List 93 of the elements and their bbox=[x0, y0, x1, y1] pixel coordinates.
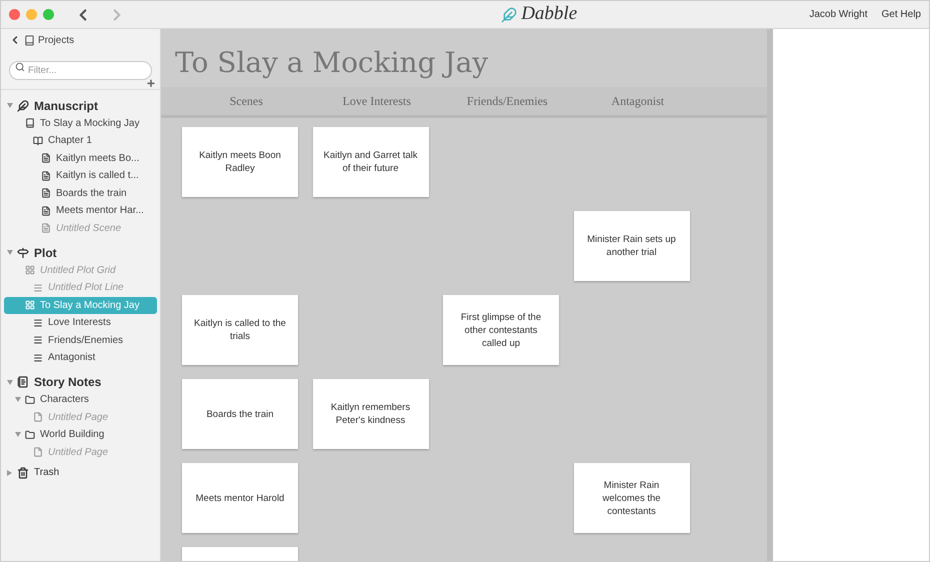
scene-card[interactable]: Kaitlyn remembers Peter's kindness bbox=[312, 379, 428, 449]
item-label: Untitled Plot Grid bbox=[40, 264, 116, 278]
item-label: Chapter 1 bbox=[48, 134, 92, 148]
scene-card[interactable]: Minister Rain sets up another trial bbox=[574, 211, 690, 281]
feather-icon bbox=[17, 100, 29, 112]
item-label: Kaitlyn meets Bo... bbox=[56, 152, 140, 166]
item-label: Untitled Page bbox=[48, 446, 108, 460]
signpost-icon bbox=[17, 246, 29, 259]
sidebar-item[interactable]: To Slay a Mocking Jay bbox=[4, 114, 157, 132]
app-logo: Dabble bbox=[521, 2, 578, 26]
sidebar-item[interactable]: Plot bbox=[4, 244, 157, 262]
sidebar-item[interactable]: Friends/Enemies bbox=[4, 332, 157, 349]
card-text: Meets mentor Harold bbox=[196, 492, 284, 504]
search-icon bbox=[15, 62, 25, 72]
open-book-icon bbox=[33, 136, 43, 146]
item-label: Love Interests bbox=[48, 316, 111, 330]
item-label: Friends/Enemies bbox=[48, 334, 124, 348]
scene-card[interactable]: Minister Rain welcomes the contestants bbox=[574, 463, 690, 533]
item-label: Trash bbox=[34, 466, 60, 480]
sidebar-item[interactable]: Characters bbox=[4, 391, 157, 408]
user-name-link[interactable]: Jacob Wright bbox=[809, 7, 868, 22]
grid-icon bbox=[25, 265, 35, 276]
plot-title: To Slay a Mocking Jay bbox=[175, 49, 488, 77]
trash-icon bbox=[17, 466, 29, 479]
item-label: To Slay a Mocking Jay bbox=[40, 298, 140, 313]
card-text: Kaitlyn is called to the trials bbox=[193, 317, 287, 343]
item-label: Untitled Page bbox=[48, 410, 108, 425]
sidebar-item[interactable]: Meets mentor Har... bbox=[4, 202, 157, 220]
lines-icon bbox=[33, 335, 43, 346]
card-text: Minister Rain sets up another trial bbox=[586, 233, 677, 259]
sidebar-item[interactable]: Love Interests bbox=[4, 314, 157, 332]
item-label: Untitled Plot Line bbox=[48, 281, 124, 296]
document-icon bbox=[41, 206, 51, 216]
scene-card[interactable]: Kaitlyn is called to the trials bbox=[182, 295, 298, 365]
document-icon bbox=[41, 153, 51, 164]
sidebar-item[interactable]: Kaitlyn meets Bo... bbox=[4, 150, 157, 167]
projects-link[interactable]: Projects bbox=[38, 32, 74, 48]
scene-card[interactable]: Kaitlyn and Garret talk of their future bbox=[312, 127, 428, 197]
notebook-icon bbox=[17, 376, 29, 388]
card-text: First glimpse of the other contestants called up bbox=[460, 310, 542, 350]
sidebar-item[interactable]: Kaitlyn is called t... bbox=[4, 167, 157, 184]
card-text: Boards the train bbox=[206, 408, 274, 420]
feather-logo-icon bbox=[501, 6, 518, 22]
sidebar-item[interactable]: Boards the train bbox=[4, 184, 157, 202]
sidebar-item[interactable]: Story Notes bbox=[4, 374, 157, 391]
close-window-icon[interactable] bbox=[9, 9, 20, 20]
item-label: Meets mentor Har... bbox=[56, 204, 144, 218]
minimize-window-icon[interactable] bbox=[26, 9, 37, 20]
item-label: Untitled Scene bbox=[56, 222, 122, 236]
lines-icon bbox=[33, 318, 43, 328]
scene-card[interactable]: Kaitlyn meets Boon Radley bbox=[182, 127, 298, 197]
sidebar-item[interactable]: Manuscript bbox=[4, 97, 157, 114]
lines-icon bbox=[33, 282, 43, 293]
expanded-arrow-icon[interactable] bbox=[15, 397, 21, 402]
page-icon bbox=[33, 412, 43, 422]
scene-card[interactable]: Meets mentor Harold bbox=[182, 463, 298, 533]
item-label: Kaitlyn is called t... bbox=[56, 169, 139, 184]
card-text: Kaitlyn and Garret talk of their future bbox=[322, 149, 418, 175]
scene-card[interactable]: First glimpse of the other contestants called up bbox=[443, 295, 559, 365]
lines-icon bbox=[33, 352, 43, 363]
page-icon bbox=[33, 447, 43, 458]
document-icon bbox=[41, 188, 51, 198]
item-label: Manuscript bbox=[34, 98, 98, 115]
item-label: To Slay a Mocking Jay bbox=[40, 116, 140, 131]
collapsed-arrow-icon[interactable] bbox=[7, 470, 12, 476]
card-text: Kaitlyn meets Boon Radley bbox=[198, 149, 282, 175]
sidebar-item[interactable]: Antagonist bbox=[4, 349, 157, 366]
item-label: Characters bbox=[40, 393, 89, 408]
card-text: Minister Rain welcomes the contestants bbox=[601, 478, 662, 518]
sidebar-item[interactable]: Trash bbox=[4, 464, 157, 482]
folder-icon bbox=[25, 430, 35, 440]
maximize-window-icon[interactable] bbox=[43, 9, 54, 20]
book-icon bbox=[24, 34, 35, 46]
item-label: Plot bbox=[34, 244, 57, 262]
sidebar-item[interactable]: Chapter 1 bbox=[4, 132, 157, 150]
book-icon bbox=[25, 118, 35, 128]
expanded-arrow-icon[interactable] bbox=[7, 250, 13, 256]
item-label: World Building bbox=[40, 428, 104, 442]
card-text: Kaitlyn remembers Peter's kindness bbox=[330, 401, 412, 427]
grid-icon bbox=[25, 300, 35, 310]
item-label: Boards the train bbox=[56, 186, 127, 201]
filter-field[interactable]: Filter... bbox=[9, 61, 152, 80]
document-icon bbox=[41, 223, 51, 234]
folder-icon bbox=[25, 394, 35, 405]
document-icon bbox=[41, 170, 51, 181]
expanded-arrow-icon[interactable] bbox=[7, 380, 13, 385]
item-label: Story Notes bbox=[34, 374, 102, 392]
item-label: Antagonist bbox=[48, 351, 96, 366]
help-link[interactable]: Get Help bbox=[882, 7, 921, 22]
sidebar-item[interactable]: World Building bbox=[4, 426, 157, 444]
expanded-arrow-icon[interactable] bbox=[15, 432, 21, 438]
expanded-arrow-icon[interactable] bbox=[7, 103, 13, 108]
scene-card[interactable]: Boards the train bbox=[182, 379, 298, 449]
